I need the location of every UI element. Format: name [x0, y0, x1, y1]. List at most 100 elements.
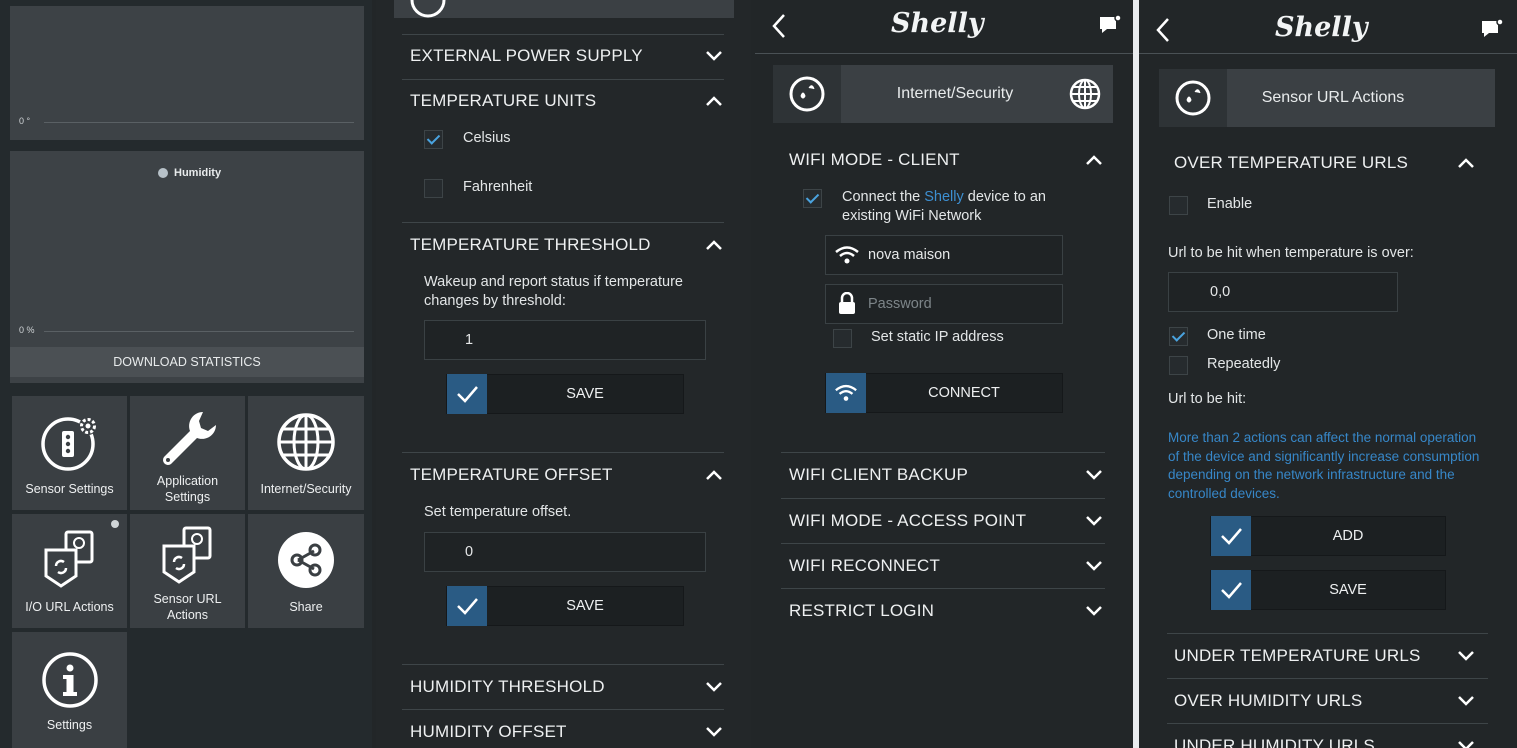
legend-dot-icon: [158, 168, 168, 178]
app-header: Shelly: [755, 0, 1133, 54]
tile-sensor-url-actions[interactable]: Sensor URL Actions: [130, 514, 245, 628]
globe-icon: [277, 413, 335, 471]
section-over-temperature-urls[interactable]: OVER TEMPERATURE URLS: [1174, 141, 1475, 185]
offset-input[interactable]: 0: [424, 532, 706, 572]
section-temperature-units[interactable]: TEMPERATURE UNITS: [410, 79, 723, 123]
save-button[interactable]: SAVE: [1210, 570, 1446, 610]
section-wifi-mode-client[interactable]: WIFI MODE - CLIENT: [789, 138, 1103, 182]
notification-dot-icon: [111, 520, 119, 528]
checkmark-icon: [1221, 582, 1242, 599]
shelly-logo: Shelly: [1275, 12, 1368, 43]
fahrenheit-label: Fahrenheit: [463, 179, 533, 195]
section-title: OVER HUMIDITY URLS: [1174, 691, 1363, 710]
dashboard-panel: 0 ° Humidity 0 % DOWNLOAD STATISTICS Sen…: [0, 0, 372, 748]
sensor-icon: [789, 76, 825, 112]
section-title: WIFI MODE - ACCESS POINT: [789, 511, 1027, 530]
section-wifi-access-point[interactable]: WIFI MODE - ACCESS POINT: [789, 499, 1103, 543]
url-over-input[interactable]: 0,0: [1168, 272, 1398, 312]
password-field[interactable]: Password: [825, 284, 1063, 324]
section-temperature-threshold[interactable]: TEMPERATURE THRESHOLD: [410, 223, 723, 267]
download-label: DOWNLOAD STATISTICS: [113, 355, 261, 369]
section-title: EXTERNAL POWER SUPPLY: [410, 46, 643, 65]
chevron-down-icon: [706, 51, 722, 61]
checkmark-icon: [1221, 528, 1242, 545]
section-wifi-reconnect[interactable]: WIFI RECONNECT: [789, 544, 1103, 588]
section-title: UNDER HUMIDITY URLS: [1174, 736, 1375, 748]
chart-baseline: [44, 122, 354, 123]
offset-description: Set temperature offset.: [424, 504, 572, 520]
back-arrow-icon[interactable]: [1155, 17, 1171, 43]
static-ip-checkbox[interactable]: [833, 329, 852, 348]
section-external-power-supply[interactable]: EXTERNAL POWER SUPPLY: [410, 34, 723, 78]
info-icon: [41, 652, 98, 708]
ssid-value: nova maison: [868, 247, 951, 263]
chevron-up-icon: [706, 240, 722, 250]
chevron-down-icon: [1086, 606, 1102, 616]
tile-label: Sensor URL Actions: [153, 592, 222, 622]
section-restrict-login[interactable]: RESTRICT LOGIN: [789, 589, 1103, 633]
connect-text: Connect the: [842, 189, 925, 205]
celsius-checkbox[interactable]: [424, 130, 443, 149]
chevron-down-icon: [1458, 741, 1474, 748]
section-under-humidity-urls[interactable]: UNDER HUMIDITY URLS: [1174, 724, 1475, 748]
section-title: WIFI MODE - CLIENT: [789, 150, 960, 169]
threshold-save-button[interactable]: SAVE: [446, 374, 684, 414]
wifi-icon: [835, 246, 859, 264]
section-header-tile: Sensor URL Actions: [1159, 69, 1495, 127]
connect-button[interactable]: CONNECT: [825, 373, 1063, 413]
tile-internet-security[interactable]: Internet/Security: [248, 396, 364, 510]
threshold-value: 1: [465, 332, 474, 348]
chart-axis-label: 0 °: [19, 116, 31, 126]
share-icon: [278, 532, 334, 588]
tile-label: Sensor Settings: [25, 482, 114, 496]
url-actions-icon: [162, 526, 211, 584]
section-wifi-client-backup[interactable]: WIFI CLIENT BACKUP: [789, 453, 1103, 497]
download-statistics-button[interactable]: DOWNLOAD STATISTICS: [10, 347, 364, 377]
fahrenheit-checkbox[interactable]: [424, 179, 443, 198]
tile-settings[interactable]: Settings: [12, 632, 127, 748]
tile-application-settings[interactable]: Application Settings: [130, 396, 245, 510]
add-label: ADD: [1332, 528, 1364, 544]
celsius-label: Celsius: [463, 130, 511, 146]
section-humidity-threshold[interactable]: HUMIDITY THRESHOLD: [410, 665, 723, 709]
repeatedly-checkbox[interactable]: [1169, 356, 1188, 375]
section-over-humidity-urls[interactable]: OVER HUMIDITY URLS: [1174, 679, 1475, 723]
tile-sensor-settings[interactable]: Sensor Settings: [12, 396, 127, 510]
tile-io-url-actions[interactable]: I/O URL Actions: [12, 514, 127, 628]
offset-save-button[interactable]: SAVE: [446, 586, 684, 626]
section-humidity-offset[interactable]: HUMIDITY OFFSET: [410, 710, 723, 748]
panel-divider: [1133, 0, 1139, 748]
warning-text: More than 2 actions can affect the norma…: [1168, 430, 1480, 501]
humidity-chart: Humidity 0 % DOWNLOAD STATISTICS: [10, 151, 364, 383]
section-temperature-offset[interactable]: TEMPERATURE OFFSET: [410, 453, 723, 497]
back-arrow-icon[interactable]: [771, 13, 787, 39]
chart-baseline: [44, 331, 354, 332]
wifi-icon: [835, 384, 857, 401]
section-title: HUMIDITY THRESHOLD: [410, 677, 605, 696]
section-title: OVER TEMPERATURE URLS: [1174, 153, 1409, 172]
connect-checkbox[interactable]: [803, 189, 822, 208]
tile-share[interactable]: Share: [248, 514, 364, 628]
sensor-settings-icon: [40, 417, 97, 471]
shelly-logo: Shelly: [891, 8, 984, 39]
enable-checkbox[interactable]: [1169, 196, 1188, 215]
connect-label: CONNECT: [928, 385, 1000, 401]
globe-icon: [1069, 78, 1101, 110]
add-button[interactable]: ADD: [1210, 516, 1446, 556]
tile-label: Share: [289, 600, 323, 614]
url-actions-icon: [44, 530, 93, 588]
one-time-checkbox[interactable]: [1169, 327, 1188, 346]
section-title: HUMIDITY OFFSET: [410, 722, 567, 741]
url-hit-label: Url to be hit:: [1168, 391, 1247, 407]
section-title: RESTRICT LOGIN: [789, 601, 935, 620]
section-under-temperature-urls[interactable]: UNDER TEMPERATURE URLS: [1174, 634, 1475, 678]
chat-icon[interactable]: [1098, 14, 1122, 38]
chat-icon[interactable]: [1480, 18, 1504, 42]
password-placeholder: Password: [868, 296, 932, 312]
chevron-down-icon: [1458, 651, 1474, 661]
chevron-up-icon: [706, 96, 722, 106]
ssid-field[interactable]: nova maison: [825, 235, 1063, 275]
legend-label: Humidity: [174, 167, 222, 179]
threshold-input[interactable]: 1: [424, 320, 706, 360]
chart-axis-label: 0 %: [19, 325, 35, 335]
